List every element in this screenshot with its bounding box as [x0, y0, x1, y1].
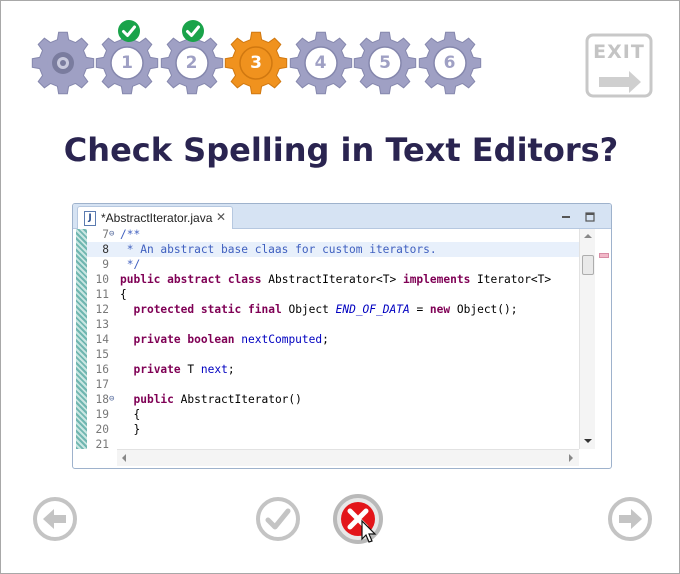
code-line: 7 ⊖/**	[87, 227, 579, 242]
line-number: 11	[95, 288, 109, 301]
fold-toggle-icon[interactable]: ⊖	[109, 392, 119, 407]
line-number: 16	[95, 363, 109, 376]
overview-ruler	[595, 229, 611, 449]
code-line: 14 private boolean nextComputed;	[87, 332, 579, 347]
code-area[interactable]: 7 ⊖/** 8 * An abstract base claas for cust…	[87, 227, 579, 451]
code-text: private boolean nextComputed;	[133, 333, 329, 346]
code-text: public AbstractIterator()	[133, 393, 302, 406]
line-number: 9	[102, 258, 109, 271]
line-number: 18	[95, 393, 109, 406]
line-number: 15	[95, 348, 109, 361]
code-line: 17	[87, 377, 579, 392]
checkmark-circle-icon	[256, 497, 300, 541]
code-editor-panel: J *AbstractIterator.java ✕ 7 ⊖/** 8 * An a…	[72, 203, 612, 469]
code-text: {	[120, 288, 127, 301]
line-number: 21	[95, 438, 109, 451]
code-text: {	[120, 408, 141, 421]
scroll-thumb[interactable]	[582, 255, 594, 275]
code-line: 16 private T next;	[87, 362, 579, 377]
step-number: 4	[314, 53, 327, 73]
question-title: Check Spelling in Text Editors?	[63, 131, 619, 169]
line-number: 10	[95, 273, 109, 286]
code-line: 12 protected static final Object END_OF_…	[87, 302, 579, 317]
app-frame: 12 3 4 5 6 EXIT Check Spelling in Text Edito…	[0, 0, 680, 574]
code-text: private T next;	[133, 363, 235, 376]
next-button[interactable]	[607, 496, 653, 542]
code-text: public abstract class AbstractIterator<T…	[120, 273, 552, 286]
code-text: * An abstract base claas for custom iter…	[120, 243, 437, 256]
minimize-icon[interactable]	[561, 209, 571, 219]
back-button[interactable]	[32, 496, 78, 542]
code-line: 19 {	[87, 407, 579, 422]
scroll-right-icon	[569, 454, 573, 462]
maximize-icon[interactable]	[585, 209, 595, 222]
reject-button[interactable]	[332, 493, 384, 545]
horizontal-scrollbar[interactable]	[117, 449, 579, 466]
arrow-right-circle-icon	[608, 497, 652, 541]
java-file-icon: J	[84, 211, 96, 226]
step-number: 3	[250, 53, 262, 73]
line-number: 13	[95, 318, 109, 331]
exit-button[interactable]: EXIT	[585, 33, 653, 98]
editor-tab-title: *AbstractIterator.java	[101, 211, 213, 225]
code-line: 8 * An abstract base claas for custom it…	[87, 242, 579, 257]
step-2-completed-check-icon	[181, 19, 205, 43]
step-5-gear[interactable]: 5	[353, 31, 417, 95]
code-line: 13	[87, 317, 579, 332]
exit-label: EXIT	[593, 41, 645, 63]
line-number: 12	[95, 303, 109, 316]
line-number: 17	[95, 378, 109, 391]
code-line: 18 ⊖ public AbstractIterator()	[87, 392, 579, 407]
code-line: 15	[87, 347, 579, 362]
line-number: 19	[95, 408, 109, 421]
step-3-gear[interactable]: 3	[224, 31, 288, 95]
scroll-down-icon	[584, 439, 592, 443]
code-line: 20 }	[87, 422, 579, 437]
vertical-scrollbar[interactable]	[579, 229, 596, 449]
spelling-error-marker[interactable]	[599, 253, 609, 258]
step-number: 6	[443, 53, 456, 73]
code-line: 11 {	[87, 287, 579, 302]
code-text: protected static final Object END_OF_DAT…	[133, 303, 518, 316]
step-4-gear[interactable]: 4	[289, 31, 353, 95]
editor-tab-bar: J *AbstractIterator.java ✕	[73, 204, 611, 229]
line-number: 20	[95, 423, 109, 436]
change-ruler	[76, 229, 87, 449]
code-text: /**	[120, 228, 141, 241]
code-text: */	[120, 258, 141, 271]
code-line: 9 */	[87, 257, 579, 272]
scroll-left-icon	[122, 454, 126, 462]
accept-button[interactable]	[255, 496, 301, 542]
code-text: }	[120, 423, 141, 436]
step-6-gear[interactable]: 6	[418, 31, 482, 95]
home-step-gear[interactable]	[31, 31, 95, 95]
settings-gear-icon	[52, 52, 74, 74]
line-number: 8	[102, 243, 109, 256]
x-circle-icon	[333, 494, 383, 544]
step-1-completed-check-icon	[117, 19, 141, 43]
scroll-up-icon	[584, 234, 592, 238]
close-tab-icon[interactable]: ✕	[216, 210, 226, 224]
code-line: 10 public abstract class AbstractIterator…	[87, 272, 579, 287]
step-number: 5	[379, 53, 391, 73]
fold-toggle-icon[interactable]: ⊖	[109, 227, 119, 242]
line-number: 14	[95, 333, 109, 346]
line-number: 7	[102, 228, 109, 241]
arrow-left-circle-icon	[33, 497, 77, 541]
editor-tab[interactable]: J *AbstractIterator.java ✕	[77, 206, 233, 229]
